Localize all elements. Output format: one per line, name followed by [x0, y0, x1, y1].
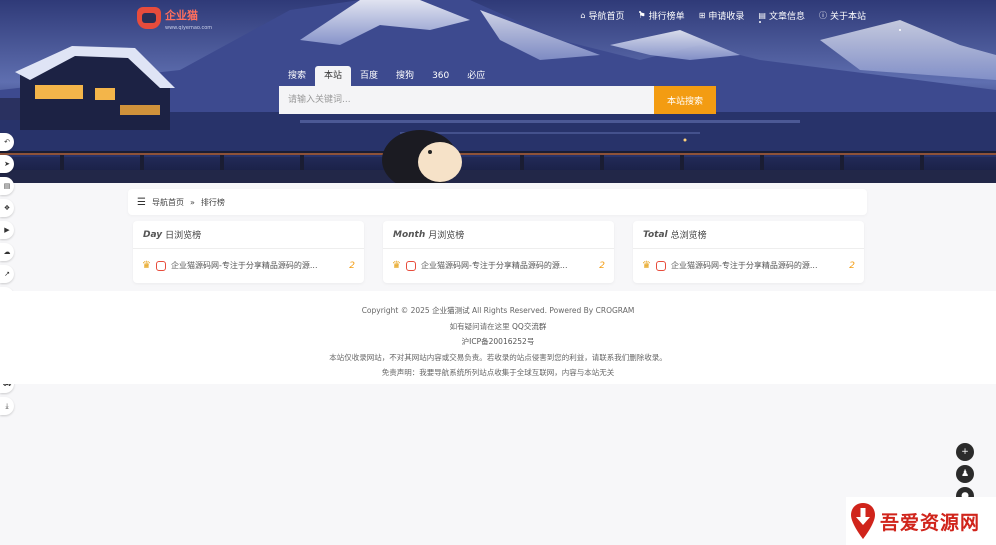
download-pin-icon [851, 503, 875, 539]
card-header: Total 总浏览榜 [633, 221, 864, 249]
download-icon[interactable]: ⤓ [0, 397, 14, 415]
icp-link[interactable]: 沪ICP备20016252号 [462, 337, 535, 346]
cloud-icon[interactable]: ☁ [0, 243, 14, 261]
list-item[interactable]: ♛ 企业猫源码网-专注于分享精品源码的源... 2 [633, 249, 864, 282]
nav-label: 申请收录 [708, 12, 745, 22]
send-icon[interactable]: ➤ [0, 155, 14, 173]
card-title-cn: 月浏览榜 [428, 231, 465, 241]
nav-item-ranking[interactable]: ⚑ 排行榜单 [639, 9, 685, 22]
rank-card-month: Month 月浏览榜 ♛ 企业猫源码网-专注于分享精品源码的源... 2 [383, 221, 614, 283]
view-count: 2 [849, 260, 855, 271]
view-count: 2 [599, 260, 605, 271]
view-count: 2 [349, 260, 355, 271]
plus-square-icon: ⊞ [698, 11, 706, 20]
search-engine-tabs: 搜索 本站 百度 搜狗 360 必应 [279, 66, 494, 86]
card-title-cn: 总浏览榜 [670, 231, 707, 241]
rank-card-day: Day 日浏览榜 ♛ 企业猫源码网-专注于分享精品源码的源... 2 [133, 221, 364, 283]
copyright-text: Copyright © 2025 [361, 306, 430, 315]
cubes-icon[interactable]: ❖ [0, 199, 14, 217]
nav-item-apply[interactable]: ⊞ 申请收录 [699, 9, 745, 22]
watermark-text: 吾爱资源网 [880, 511, 981, 534]
hero-banner: 企业猫 www.qiyemao.com ⌂ 导航首页 ⚑ 排行榜单 ⊞ 申请收录… [0, 0, 996, 183]
chart-line-icon[interactable]: ↗ [0, 265, 14, 283]
qq-icon[interactable]: ♟ [956, 465, 974, 483]
breadcrumb: ☰ 导航首页 » 排行榜 [128, 189, 867, 215]
tab-bing[interactable]: 必应 [458, 66, 494, 86]
list-item[interactable]: ♛ 企业猫源码网-专注于分享精品源码的源... 2 [133, 249, 364, 282]
nav-item-about[interactable]: ⓘ 关于本站 [819, 9, 866, 22]
flag-icon: ⚑ [638, 11, 646, 20]
top-navigation: ⌂ 导航首页 ⚑ 排行榜单 ⊞ 申请收录 ▤ 文章信息 ⓘ 关于本站 [580, 9, 866, 22]
footer: Copyright © 2025 企业猫测试 All Rights Reserv… [0, 291, 996, 384]
tab-360[interactable]: 360 [423, 66, 458, 86]
site-link[interactable]: 企业猫源码网-专注于分享精品源码的源... [421, 260, 594, 271]
card-header: Month 月浏览榜 [383, 221, 614, 249]
search-button[interactable]: 本站搜索 [654, 86, 716, 114]
video-icon[interactable]: ▶ [0, 221, 14, 239]
tab-sogou[interactable]: 搜狗 [387, 66, 423, 86]
nav-label: 关于本站 [829, 12, 866, 22]
card-title-en: Month [393, 229, 426, 240]
footer-disclaimer: 免责声明：我要导航系统所列站点收集于全球互联网，内容与本站无关 [381, 368, 615, 377]
tab-baidu[interactable]: 百度 [351, 66, 387, 86]
nav-label: 文章信息 [768, 12, 805, 22]
site-link[interactable]: 企业猫源码网-专注于分享精品源码的源... [671, 260, 844, 271]
document-icon[interactable]: ▤ [0, 177, 14, 195]
book-icon: ▤ [758, 11, 766, 20]
footer-notice: 本站仅收录网站，不对其网站内容或交易负责。若收录的站点侵害到您的利益，请联系我们… [329, 352, 667, 362]
breadcrumb-home-link[interactable]: 导航首页 [152, 197, 184, 208]
card-header: Day 日浏览榜 [133, 221, 364, 249]
logo-subtitle: www.qiyemao.com [165, 25, 213, 31]
cat-logo-icon [137, 6, 161, 29]
site-favicon-icon [655, 260, 666, 271]
card-title-en: Day [143, 229, 163, 240]
footer-contact: 如有疑问请在这里 QQ交流群 [0, 319, 996, 335]
nav-label: 排行榜单 [648, 12, 685, 22]
plus-icon[interactable]: + [956, 443, 974, 461]
footer-copyright: Copyright © 2025 企业猫测试 All Rights Reserv… [0, 303, 996, 319]
menu-icon[interactable]: ☰ [137, 197, 146, 208]
tab-search[interactable]: 搜索 [279, 66, 315, 86]
undo-icon[interactable]: ↶ [0, 133, 14, 151]
nav-item-home[interactable]: ⌂ 导航首页 [580, 9, 624, 22]
site-logo[interactable]: 企业猫 www.qiyemao.com [137, 4, 212, 31]
copyright-suffix: All Rights Reserved. Powered By CROGRAM [471, 306, 635, 315]
home-icon: ⌂ [580, 11, 586, 20]
tab-site[interactable]: 本站 [315, 66, 352, 86]
crown-icon: ♛ [642, 260, 651, 271]
crown-icon: ♛ [392, 260, 401, 271]
nav-item-articles[interactable]: ▤ 文章信息 [758, 9, 805, 22]
list-item[interactable]: ♛ 企业猫源码网-专注于分享精品源码的源... 2 [383, 249, 614, 282]
crown-icon: ♛ [142, 260, 151, 271]
info-icon: ⓘ [818, 11, 827, 20]
site-link[interactable]: 企业猫源码网-专注于分享精品源码的源... [171, 260, 344, 271]
watermark: 吾爱资源网 [846, 497, 996, 545]
rank-card-total: Total 总浏览榜 ♛ 企业猫源码网-专注于分享精品源码的源... 2 [633, 221, 864, 283]
breadcrumb-separator: » [189, 197, 195, 207]
breadcrumb-current: 排行榜 [200, 197, 225, 207]
site-favicon-icon [405, 260, 416, 271]
logo-name: 企业猫 [165, 9, 198, 22]
card-title-en: Total [643, 229, 668, 240]
nav-label: 导航首页 [588, 12, 625, 22]
footer-site-link[interactable]: 企业猫测试 [432, 306, 470, 315]
contact-text: 如有疑问请在这里 [449, 321, 510, 331]
qq-group-link[interactable]: QQ交流群 [512, 322, 546, 331]
site-favicon-icon [155, 260, 166, 271]
search-bar: 本站搜索 [279, 86, 716, 114]
card-title-cn: 日浏览榜 [165, 231, 202, 241]
search-input[interactable] [279, 86, 654, 114]
